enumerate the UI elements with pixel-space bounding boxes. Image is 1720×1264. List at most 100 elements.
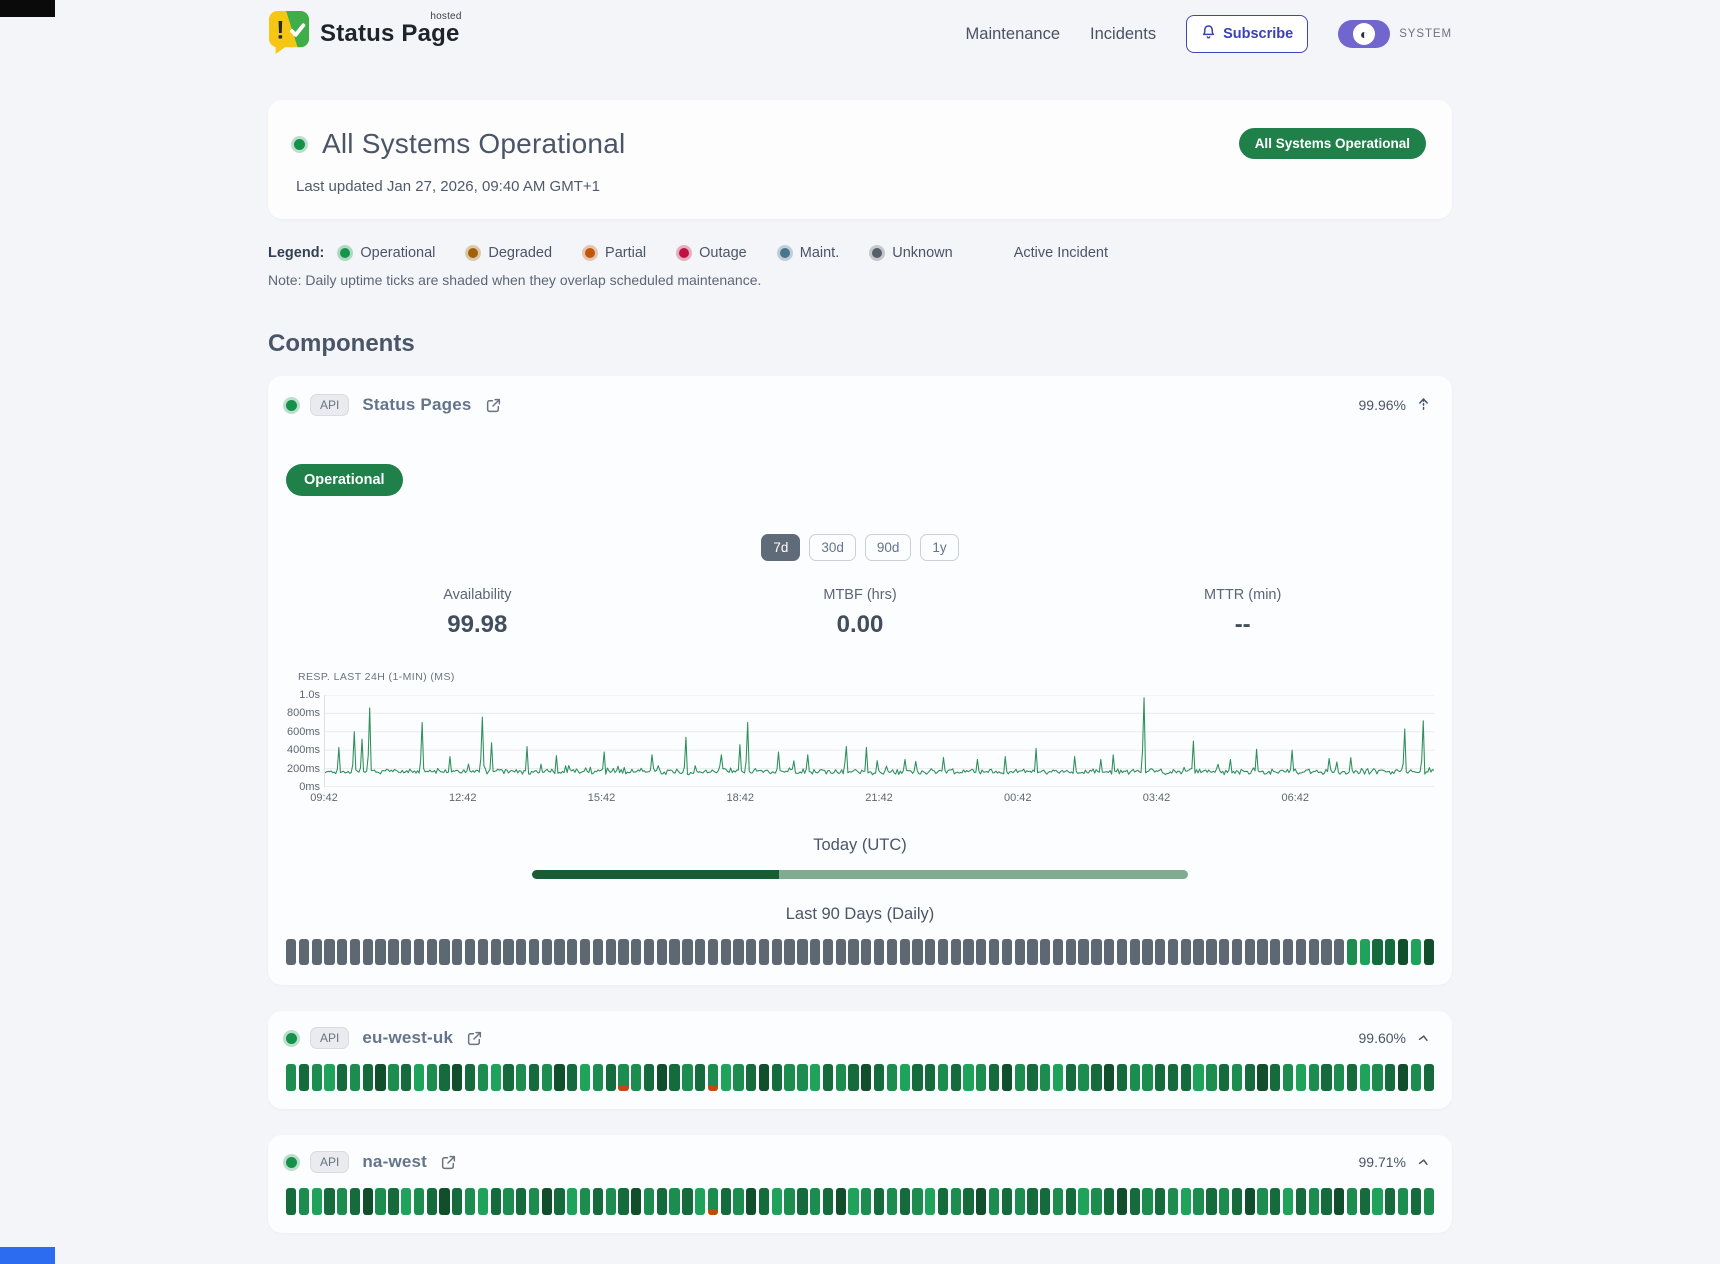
uptime-tick[interactable] [1360,1064,1370,1091]
uptime-tick[interactable] [1040,1188,1050,1215]
uptime-tick[interactable] [1002,1064,1012,1091]
uptime-tick[interactable] [337,939,347,965]
uptime-tick[interactable] [324,939,334,965]
uptime-tick[interactable] [1270,1064,1280,1091]
uptime-tick[interactable] [606,939,616,965]
uptime-tick[interactable] [1321,1188,1331,1215]
uptime-tick[interactable] [350,1188,360,1215]
uptime-tick[interactable] [784,1064,794,1091]
uptime-tick[interactable] [900,1188,910,1215]
uptime-tick[interactable] [1066,1188,1076,1215]
range-button-30d[interactable]: 30d [809,534,856,561]
uptime-tick[interactable] [784,1188,794,1215]
uptime-tick[interactable] [554,1064,564,1091]
uptime-tick[interactable] [1398,939,1408,965]
uptime-tick[interactable] [1424,939,1434,965]
uptime-tick[interactable] [503,1188,513,1215]
uptime-tick[interactable] [286,1188,296,1215]
uptime-tick[interactable] [874,939,884,965]
expand-icon[interactable] [1417,1033,1430,1043]
uptime-tick[interactable] [1206,1188,1216,1215]
uptime-tick[interactable] [963,1064,973,1091]
uptime-tick[interactable] [1206,1064,1216,1091]
uptime-tick[interactable] [708,939,718,965]
uptime-tick[interactable] [350,939,360,965]
uptime-tick[interactable] [312,1064,322,1091]
uptime-tick[interactable] [1206,939,1216,965]
uptime-tick[interactable] [1309,939,1319,965]
uptime-tick[interactable] [976,939,986,965]
uptime-tick[interactable] [759,939,769,965]
uptime-tick[interactable] [784,939,794,965]
uptime-tick[interactable] [350,1064,360,1091]
uptime-tick[interactable] [388,1064,398,1091]
uptime-tick[interactable] [1040,939,1050,965]
uptime-tick[interactable] [925,939,935,965]
uptime-tick[interactable] [657,1188,667,1215]
uptime-tick[interactable] [887,939,897,965]
uptime-tick[interactable] [733,939,743,965]
uptime-tick[interactable] [1296,1064,1306,1091]
uptime-tick[interactable] [836,939,846,965]
uptime-tick[interactable] [810,1064,820,1091]
uptime-tick[interactable] [1245,939,1255,965]
uptime-tick[interactable] [580,1188,590,1215]
uptime-tick[interactable] [593,1064,603,1091]
uptime-tick[interactable] [465,939,475,965]
uptime-tick[interactable] [1424,1188,1434,1215]
uptime-tick[interactable] [542,1064,552,1091]
uptime-tick[interactable] [439,939,449,965]
theme-toggle[interactable]: ◐ [1338,20,1390,48]
uptime-tick[interactable] [1053,939,1063,965]
uptime-tick[interactable] [554,939,564,965]
uptime-tick[interactable] [912,1064,922,1091]
uptime-tick[interactable] [580,1064,590,1091]
uptime-tick[interactable] [695,939,705,965]
uptime-tick[interactable] [861,939,871,965]
uptime-tick[interactable] [580,939,590,965]
expand-icon[interactable] [1417,1157,1430,1167]
uptime-tick[interactable] [286,939,296,965]
uptime-tick[interactable] [375,1064,385,1091]
uptime-tick[interactable] [491,1064,501,1091]
uptime-tick[interactable] [669,1188,679,1215]
uptime-tick[interactable] [503,1064,513,1091]
uptime-tick[interactable] [606,1064,616,1091]
uptime-tick[interactable] [1104,939,1114,965]
uptime-tick[interactable] [1091,1064,1101,1091]
uptime-tick[interactable] [759,1188,769,1215]
uptime-tick[interactable] [772,939,782,965]
uptime-tick[interactable] [1347,1188,1357,1215]
uptime-tick[interactable] [439,1064,449,1091]
uptime-tick[interactable] [618,939,628,965]
uptime-tick[interactable] [567,1064,577,1091]
uptime-tick[interactable] [836,1064,846,1091]
uptime-tick[interactable] [797,939,807,965]
uptime-tick[interactable] [337,1188,347,1215]
uptime-tick[interactable] [286,1064,296,1091]
nav-maintenance[interactable]: Maintenance [966,25,1060,44]
uptime-tick[interactable] [657,939,667,965]
uptime-tick[interactable] [797,1064,807,1091]
uptime-tick[interactable] [708,1188,718,1215]
uptime-tick[interactable] [1015,1188,1025,1215]
uptime-tick[interactable] [733,1064,743,1091]
uptime-tick[interactable] [644,1064,654,1091]
uptime-tick[interactable] [1002,1188,1012,1215]
uptime-tick[interactable] [861,1064,871,1091]
uptime-tick[interactable] [682,1188,692,1215]
uptime-tick[interactable] [1219,1064,1229,1091]
uptime-tick[interactable] [324,1188,334,1215]
uptime-tick[interactable] [452,939,462,965]
uptime-tick[interactable] [1117,939,1127,965]
uptime-tick[interactable] [1283,1188,1293,1215]
uptime-tick[interactable] [1104,1188,1114,1215]
uptime-tick[interactable] [733,1188,743,1215]
uptime-tick[interactable] [1321,939,1331,965]
uptime-tick[interactable] [1398,1188,1408,1215]
uptime-tick[interactable] [1257,939,1267,965]
uptime-tick[interactable] [1372,1064,1382,1091]
uptime-tick[interactable] [1142,1064,1152,1091]
uptime-tick[interactable] [1155,1188,1165,1215]
uptime-tick[interactable] [810,1188,820,1215]
